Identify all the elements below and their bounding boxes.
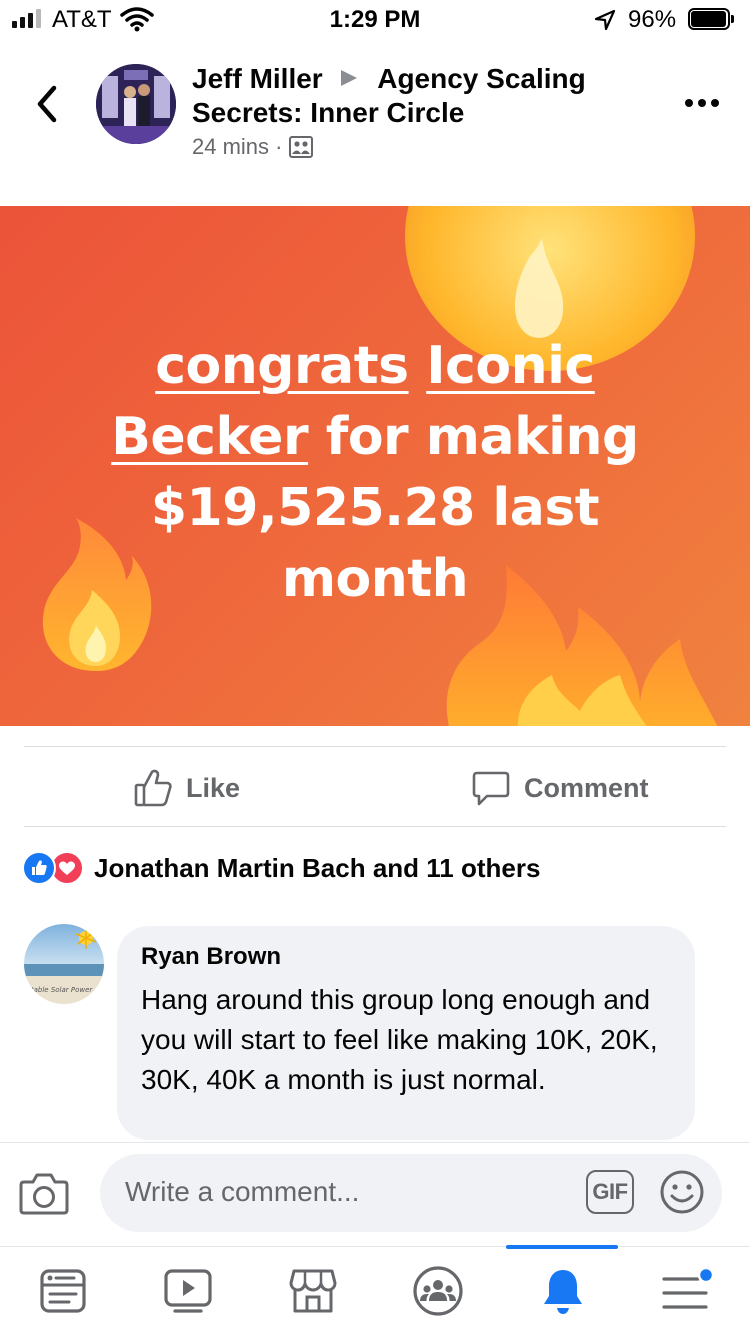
gif-label: GIF	[592, 1179, 628, 1204]
carrier-label: AT&T	[52, 6, 112, 33]
signal-icon	[12, 0, 48, 40]
comment-bubble[interactable]: Ryan Brown Hang around this group long e…	[117, 926, 695, 1140]
divider	[24, 826, 726, 827]
group-privacy-icon	[288, 136, 313, 158]
comment-label: Comment	[524, 772, 649, 803]
marketplace-icon	[289, 1269, 337, 1313]
chevron-left-icon	[37, 85, 57, 123]
menu-icon	[662, 1266, 715, 1309]
mentioned-name-last[interactable]: Becker	[111, 407, 308, 467]
battery-percent: 96%	[628, 6, 677, 33]
reactions-text: Jonathan Martin Bach and 11 others	[94, 852, 541, 883]
tab-marketplace[interactable]	[263, 1247, 363, 1335]
comment-bubble-icon	[472, 771, 510, 806]
smiley-icon	[660, 1170, 704, 1214]
group-name-line1[interactable]: Agency Scaling	[377, 63, 586, 94]
camera-button[interactable]	[18, 1170, 70, 1216]
watch-icon	[164, 1269, 212, 1313]
news-feed-icon	[40, 1269, 86, 1313]
battery-icon	[688, 8, 736, 32]
post-banner: congrats Iconic Becker for making $19,52…	[0, 206, 750, 726]
clock: 1:29 PM	[329, 6, 421, 33]
author-avatar[interactable]	[96, 64, 176, 144]
wifi-icon	[120, 6, 156, 32]
group-name-line2[interactable]: Secrets: Inner Circle	[192, 96, 662, 130]
tab-menu[interactable]	[638, 1247, 738, 1335]
more-options-button[interactable]	[684, 96, 720, 110]
svg-text:rtable Solar Power: rtable Solar Power	[28, 986, 93, 994]
tab-news-feed[interactable]	[13, 1247, 113, 1335]
meta-separator: ·	[275, 134, 283, 159]
tab-groups[interactable]	[388, 1247, 488, 1335]
post-meta: 24 mins ·	[192, 134, 662, 160]
divider	[24, 746, 726, 747]
notifications-icon	[544, 1270, 582, 1314]
like-button[interactable]: Like	[134, 762, 284, 814]
emoji-button[interactable]	[658, 1168, 706, 1216]
back-button[interactable]	[30, 82, 64, 126]
gif-button[interactable]: GIF	[586, 1170, 634, 1214]
like-icon	[22, 851, 56, 885]
comment-placeholder: Write a comment...	[125, 1176, 360, 1207]
congrats-word: congrats	[155, 336, 409, 396]
commenter-avatar[interactable]: rtable Solar Power	[24, 924, 104, 1004]
comment-author[interactable]: Ryan Brown	[141, 940, 671, 974]
comment-input[interactable]: Write a comment... GIF	[100, 1154, 722, 1232]
banner-text-4: month	[281, 549, 469, 609]
comment-button[interactable]: Comment	[472, 762, 672, 814]
comment-text: Hang around this group long enough and y…	[141, 984, 658, 1095]
location-arrow-icon	[594, 9, 616, 31]
menu-badge	[697, 1266, 715, 1284]
groups-icon	[413, 1266, 463, 1316]
more-dots-icon	[685, 99, 719, 107]
like-label: Like	[186, 772, 241, 803]
arrow-right-icon	[338, 63, 364, 86]
divider	[0, 1142, 750, 1143]
reactions-summary[interactable]: Jonathan Martin Bach and 11 others	[22, 850, 622, 886]
tab-notifications[interactable]	[513, 1247, 613, 1335]
status-bar: AT&T 1:29 PM 96%	[0, 0, 750, 40]
thumbs-up-icon	[134, 769, 172, 807]
banner-message: congrats Iconic Becker for making $19,52…	[60, 331, 690, 615]
mentioned-name-first[interactable]: Iconic	[426, 336, 595, 396]
post-time[interactable]: 24 mins	[192, 134, 269, 159]
author-name[interactable]: Jeff Miller	[192, 63, 323, 94]
camera-icon	[19, 1173, 69, 1215]
post-title: Jeff Miller Agency Scaling Secrets: Inne…	[192, 62, 662, 160]
tab-watch[interactable]	[138, 1247, 238, 1335]
tab-bar	[0, 1245, 750, 1335]
banner-text-2: for making	[308, 407, 640, 467]
banner-text-3: $19,525.28 last	[150, 478, 600, 538]
